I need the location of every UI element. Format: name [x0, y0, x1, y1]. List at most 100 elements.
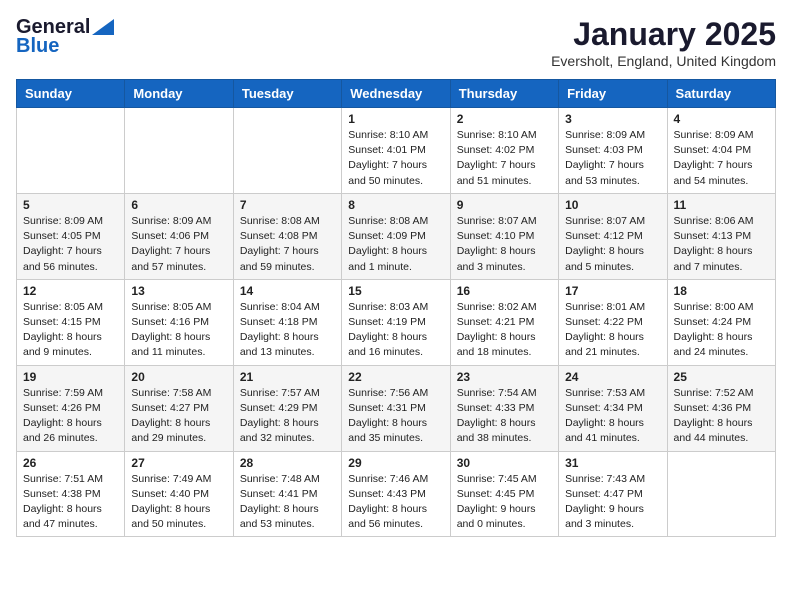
empty-day-cell [667, 451, 775, 537]
empty-day-cell [233, 108, 341, 194]
day-number: 26 [23, 456, 118, 470]
day-info: Sunrise: 8:07 AM Sunset: 4:10 PM Dayligh… [457, 214, 552, 275]
day-number: 27 [131, 456, 226, 470]
day-info: Sunrise: 8:09 AM Sunset: 4:05 PM Dayligh… [23, 214, 118, 275]
day-info: Sunrise: 7:46 AM Sunset: 4:43 PM Dayligh… [348, 472, 443, 533]
day-info: Sunrise: 8:08 AM Sunset: 4:08 PM Dayligh… [240, 214, 335, 275]
day-cell-29: 29Sunrise: 7:46 AM Sunset: 4:43 PM Dayli… [342, 451, 450, 537]
day-number: 14 [240, 284, 335, 298]
day-number: 6 [131, 198, 226, 212]
day-number: 7 [240, 198, 335, 212]
day-number: 10 [565, 198, 660, 212]
day-info: Sunrise: 8:08 AM Sunset: 4:09 PM Dayligh… [348, 214, 443, 275]
day-cell-10: 10 Sunrise: 8:07 AM Sunset: 4:12 PM Dayli… [559, 193, 667, 279]
day-cell-21: 21 Sunrise: 7:57 AM Sunset: 4:29 PM Dayli… [233, 365, 341, 451]
weekday-header-sunday: Sunday [17, 80, 125, 108]
day-number: 2 [457, 112, 552, 126]
day-info: Sunrise: 8:04 AM Sunset: 4:18 PM Dayligh… [240, 300, 335, 361]
day-cell-28: 28Sunrise: 7:48 AM Sunset: 4:41 PM Dayli… [233, 451, 341, 537]
week-row-4: 19 Sunrise: 7:59 AM Sunset: 4:26 PM Dayli… [17, 365, 776, 451]
day-info: Sunrise: 7:59 AM Sunset: 4:26 PM Dayligh… [23, 386, 118, 447]
day-cell-23: 23Sunrise: 7:54 AM Sunset: 4:33 PM Dayli… [450, 365, 558, 451]
day-number: 12 [23, 284, 118, 298]
day-cell-6: 6 Sunrise: 8:09 AM Sunset: 4:06 PM Daylig… [125, 193, 233, 279]
page-header: General Blue January 2025 Eversholt, Eng… [16, 16, 776, 69]
weekday-header-saturday: Saturday [667, 80, 775, 108]
day-cell-11: 11Sunrise: 8:06 AM Sunset: 4:13 PM Dayli… [667, 193, 775, 279]
week-row-2: 5 Sunrise: 8:09 AM Sunset: 4:05 PM Daylig… [17, 193, 776, 279]
day-info: Sunrise: 7:56 AM Sunset: 4:31 PM Dayligh… [348, 386, 443, 447]
day-info: Sunrise: 8:09 AM Sunset: 4:04 PM Dayligh… [674, 128, 769, 189]
day-info: Sunrise: 8:10 AM Sunset: 4:01 PM Dayligh… [348, 128, 443, 189]
logo: General Blue [16, 16, 114, 58]
day-cell-5: 5 Sunrise: 8:09 AM Sunset: 4:05 PM Daylig… [17, 193, 125, 279]
day-number: 5 [23, 198, 118, 212]
day-info: Sunrise: 7:49 AM Sunset: 4:40 PM Dayligh… [131, 472, 226, 533]
day-info: Sunrise: 8:07 AM Sunset: 4:12 PM Dayligh… [565, 214, 660, 275]
location: Eversholt, England, United Kingdom [551, 53, 776, 69]
day-cell-14: 14 Sunrise: 8:04 AM Sunset: 4:18 PM Dayli… [233, 279, 341, 365]
day-info: Sunrise: 7:43 AM Sunset: 4:47 PM Dayligh… [565, 472, 660, 533]
day-info: Sunrise: 8:03 AM Sunset: 4:19 PM Dayligh… [348, 300, 443, 361]
day-cell-4: 4 Sunrise: 8:09 AM Sunset: 4:04 PM Daylig… [667, 108, 775, 194]
day-number: 31 [565, 456, 660, 470]
day-number: 20 [131, 370, 226, 384]
title-block: January 2025 Eversholt, England, United … [551, 16, 776, 69]
day-number: 22 [348, 370, 443, 384]
day-number: 15 [348, 284, 443, 298]
day-info: Sunrise: 7:52 AM Sunset: 4:36 PM Dayligh… [674, 386, 769, 447]
day-cell-7: 7 Sunrise: 8:08 AM Sunset: 4:08 PM Daylig… [233, 193, 341, 279]
day-number: 3 [565, 112, 660, 126]
day-info: Sunrise: 8:06 AM Sunset: 4:13 PM Dayligh… [674, 214, 769, 275]
calendar-table: SundayMondayTuesdayWednesdayThursdayFrid… [16, 79, 776, 537]
day-info: Sunrise: 8:09 AM Sunset: 4:06 PM Dayligh… [131, 214, 226, 275]
day-number: 19 [23, 370, 118, 384]
week-row-1: 1 Sunrise: 8:10 AM Sunset: 4:01 PM Daylig… [17, 108, 776, 194]
weekday-header-wednesday: Wednesday [342, 80, 450, 108]
day-number: 13 [131, 284, 226, 298]
day-cell-3: 3 Sunrise: 8:09 AM Sunset: 4:03 PM Daylig… [559, 108, 667, 194]
day-cell-1: 1 Sunrise: 8:10 AM Sunset: 4:01 PM Daylig… [342, 108, 450, 194]
day-number: 1 [348, 112, 443, 126]
day-info: Sunrise: 8:10 AM Sunset: 4:02 PM Dayligh… [457, 128, 552, 189]
day-cell-15: 15 Sunrise: 8:03 AM Sunset: 4:19 PM Dayli… [342, 279, 450, 365]
day-cell-16: 16 Sunrise: 8:02 AM Sunset: 4:21 PM Dayli… [450, 279, 558, 365]
weekday-header-thursday: Thursday [450, 80, 558, 108]
day-info: Sunrise: 7:51 AM Sunset: 4:38 PM Dayligh… [23, 472, 118, 533]
day-cell-27: 27 Sunrise: 7:49 AM Sunset: 4:40 PM Dayli… [125, 451, 233, 537]
day-number: 9 [457, 198, 552, 212]
day-info: Sunrise: 8:09 AM Sunset: 4:03 PM Dayligh… [565, 128, 660, 189]
day-cell-8: 8 Sunrise: 8:08 AM Sunset: 4:09 PM Daylig… [342, 193, 450, 279]
day-number: 21 [240, 370, 335, 384]
day-info: Sunrise: 8:00 AM Sunset: 4:24 PM Dayligh… [674, 300, 769, 361]
week-row-5: 26 Sunrise: 7:51 AM Sunset: 4:38 PM Dayli… [17, 451, 776, 537]
day-info: Sunrise: 8:05 AM Sunset: 4:15 PM Dayligh… [23, 300, 118, 361]
day-cell-12: 12 Sunrise: 8:05 AM Sunset: 4:15 PM Dayli… [17, 279, 125, 365]
weekday-header-monday: Monday [125, 80, 233, 108]
day-info: Sunrise: 7:57 AM Sunset: 4:29 PM Dayligh… [240, 386, 335, 447]
day-info: Sunrise: 7:53 AM Sunset: 4:34 PM Dayligh… [565, 386, 660, 447]
day-cell-22: 22 Sunrise: 7:56 AM Sunset: 4:31 PM Dayli… [342, 365, 450, 451]
day-info: Sunrise: 7:58 AM Sunset: 4:27 PM Dayligh… [131, 386, 226, 447]
day-info: Sunrise: 8:02 AM Sunset: 4:21 PM Dayligh… [457, 300, 552, 361]
day-cell-17: 17Sunrise: 8:01 AM Sunset: 4:22 PM Dayli… [559, 279, 667, 365]
day-cell-19: 19 Sunrise: 7:59 AM Sunset: 4:26 PM Dayli… [17, 365, 125, 451]
day-cell-20: 20 Sunrise: 7:58 AM Sunset: 4:27 PM Dayli… [125, 365, 233, 451]
logo-blue-text: Blue [16, 35, 59, 58]
day-info: Sunrise: 7:45 AM Sunset: 4:45 PM Dayligh… [457, 472, 552, 533]
day-cell-26: 26 Sunrise: 7:51 AM Sunset: 4:38 PM Dayli… [17, 451, 125, 537]
empty-day-cell [17, 108, 125, 194]
day-number: 28 [240, 456, 335, 470]
day-number: 23 [457, 370, 552, 384]
day-number: 25 [674, 370, 769, 384]
day-number: 4 [674, 112, 769, 126]
weekday-header-row: SundayMondayTuesdayWednesdayThursdayFrid… [17, 80, 776, 108]
logo-icon [92, 19, 114, 35]
day-cell-24: 24Sunrise: 7:53 AM Sunset: 4:34 PM Dayli… [559, 365, 667, 451]
day-number: 16 [457, 284, 552, 298]
weekday-header-friday: Friday [559, 80, 667, 108]
day-cell-30: 30Sunrise: 7:45 AM Sunset: 4:45 PM Dayli… [450, 451, 558, 537]
day-number: 8 [348, 198, 443, 212]
weekday-header-tuesday: Tuesday [233, 80, 341, 108]
week-row-3: 12 Sunrise: 8:05 AM Sunset: 4:15 PM Dayli… [17, 279, 776, 365]
